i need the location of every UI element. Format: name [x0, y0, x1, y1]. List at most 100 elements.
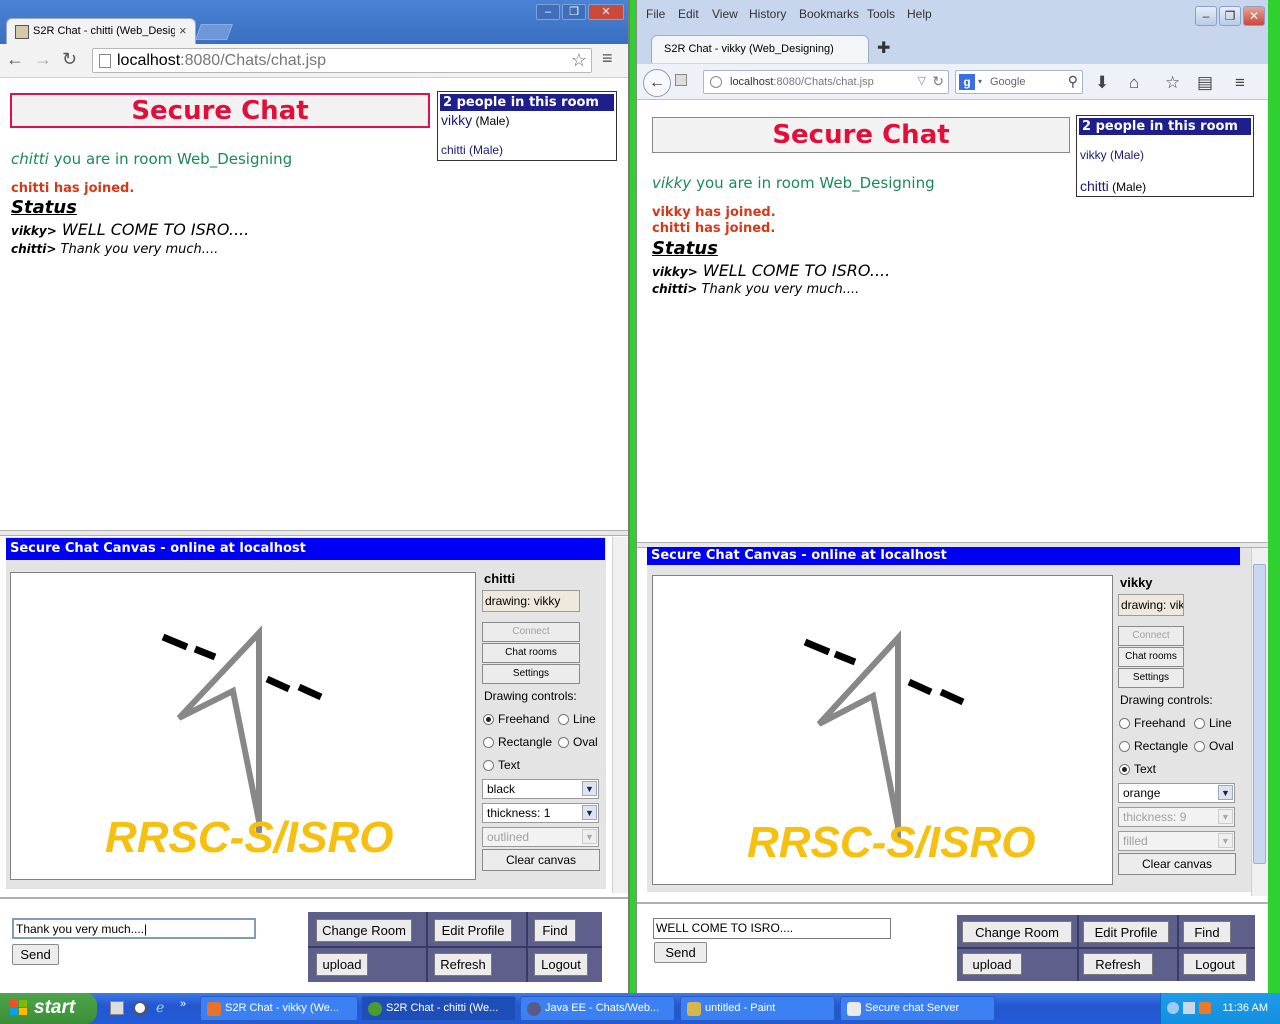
user-item-chitti[interactable]: chitti (Male): [441, 143, 503, 157]
refresh-button[interactable]: Refresh: [1083, 953, 1153, 975]
back-arrow-icon[interactable]: ←: [643, 69, 671, 97]
message-input[interactable]: Thank you very much....|: [12, 918, 256, 939]
forward-arrow-icon[interactable]: →: [34, 49, 52, 70]
thickness-select[interactable]: thickness: 9 ▼: [1118, 807, 1235, 827]
search-icon[interactable]: ⚲: [1068, 73, 1078, 90]
thickness-select[interactable]: thickness: 1 ▼: [482, 803, 599, 823]
user-item-vikky[interactable]: vikky (Male): [441, 112, 509, 128]
tab-close-icon[interactable]: ×: [179, 23, 187, 38]
ie-icon[interactable]: ℯ: [156, 1000, 170, 1015]
maximize-button[interactable]: ❐: [1219, 6, 1241, 26]
color-select[interactable]: orange ▼: [1118, 783, 1235, 803]
browser-tab-chitti[interactable]: S2R Chat - chitti (Web_Designing) ×: [6, 18, 196, 44]
find-button[interactable]: Find: [1183, 921, 1231, 943]
room-user-list[interactable]: 2 people in this room vikky (Male) chitt…: [437, 91, 617, 161]
settings-button[interactable]: Settings: [1118, 668, 1184, 688]
show-desktop-icon[interactable]: [110, 1001, 124, 1015]
menu-bookmarks[interactable]: Bookmarks: [799, 7, 859, 21]
taskbar-item[interactable]: Secure chat Server: [840, 996, 995, 1021]
taskbar-item[interactable]: S2R Chat - chitti (We...: [361, 996, 516, 1021]
show-history-icon[interactable]: [675, 74, 687, 86]
radio-text[interactable]: Text: [1119, 762, 1156, 776]
taskbar-item[interactable]: Java EE - Chats/Web...: [520, 996, 675, 1021]
reload-icon[interactable]: ↻: [932, 73, 944, 90]
fill-select[interactable]: filled ▼: [1118, 831, 1235, 851]
bookmarks-menu-icon[interactable]: ▤: [1197, 73, 1213, 93]
frame-divider[interactable]: [0, 530, 628, 536]
address-bar[interactable]: localhost:8080/Chats/chat.jsp ▽ ↻: [703, 70, 949, 94]
browser-tab-vikky[interactable]: S2R Chat - vikky (Web_Designing): [651, 35, 869, 63]
radio-freehand[interactable]: Freehand: [1119, 716, 1185, 730]
media-player-icon[interactable]: [133, 1001, 147, 1015]
logout-button[interactable]: Logout: [534, 953, 588, 976]
radio-line[interactable]: Line: [1194, 716, 1232, 730]
search-box[interactable]: g ▾ Google ⚲: [955, 70, 1083, 94]
radio-line[interactable]: Line: [558, 712, 596, 726]
logout-button[interactable]: Logout: [1183, 953, 1247, 975]
connect-button[interactable]: Connect: [482, 622, 580, 642]
change-room-button[interactable]: Change Room: [962, 921, 1072, 943]
close-button[interactable]: ✕: [588, 4, 624, 20]
fill-select[interactable]: outlined ▼: [482, 827, 599, 847]
user-item-vikky[interactable]: vikky (Male): [1080, 148, 1144, 162]
radio-rectangle[interactable]: Rectangle: [1119, 739, 1188, 753]
scrollbar-thumb[interactable]: [1253, 564, 1266, 864]
new-tab-button[interactable]: ✚: [877, 38, 890, 58]
minimize-button[interactable]: –: [1195, 6, 1217, 26]
clear-canvas-button[interactable]: Clear canvas: [482, 849, 600, 871]
menu-hamburger-icon[interactable]: ≡: [602, 48, 613, 69]
start-button[interactable]: start: [0, 993, 97, 1024]
radio-text[interactable]: Text: [483, 758, 520, 772]
radio-oval[interactable]: Oval: [558, 735, 598, 749]
home-icon[interactable]: ⌂: [1129, 73, 1139, 93]
menu-history[interactable]: History: [749, 7, 786, 21]
drawing-canvas[interactable]: RRSC-S/ISRO: [10, 572, 476, 880]
menu-help[interactable]: Help: [907, 7, 932, 21]
vertical-scrollbar[interactable]: [1251, 548, 1267, 896]
find-button[interactable]: Find: [534, 919, 576, 942]
menu-file[interactable]: File: [646, 7, 665, 21]
chat-rooms-button[interactable]: Chat rooms: [1118, 647, 1184, 667]
close-button[interactable]: ✕: [1243, 6, 1265, 26]
edit-profile-button[interactable]: Edit Profile: [434, 919, 512, 942]
taskbar-item[interactable]: untitled - Paint: [680, 996, 835, 1021]
vertical-scrollbar[interactable]: [612, 537, 628, 893]
refresh-button[interactable]: Refresh: [434, 953, 492, 976]
dropdown-icon[interactable]: ▽: [918, 74, 926, 87]
minimize-button[interactable]: –: [536, 4, 560, 20]
download-icon[interactable]: ⬇: [1095, 73, 1109, 93]
clear-canvas-button[interactable]: Clear canvas: [1118, 853, 1236, 875]
upload-button[interactable]: upload: [962, 953, 1022, 975]
back-arrow-icon[interactable]: ←: [6, 49, 24, 70]
settings-button[interactable]: Settings: [482, 664, 580, 684]
bookmark-star-icon[interactable]: ☆: [1165, 73, 1180, 93]
change-room-button[interactable]: Change Room: [316, 919, 412, 942]
menu-hamburger-icon[interactable]: ≡: [1235, 73, 1245, 93]
user-item-chitti[interactable]: chitti (Male): [1080, 178, 1146, 194]
taskbar-item[interactable]: S2R Chat - vikky (We...: [200, 996, 358, 1021]
reload-icon[interactable]: ↻: [62, 49, 77, 70]
radio-freehand[interactable]: Freehand: [483, 712, 549, 726]
menu-view[interactable]: View: [712, 7, 738, 21]
app-tray-icon[interactable]: [1199, 1002, 1211, 1014]
address-bar[interactable]: localhost:8080/Chats/chat.jsp ☆: [92, 48, 592, 73]
network-icon[interactable]: [1183, 1002, 1195, 1014]
chat-rooms-button[interactable]: Chat rooms: [482, 643, 580, 663]
menu-tools[interactable]: Tools: [867, 7, 895, 21]
overflow-chevron-icon[interactable]: »: [180, 998, 186, 1010]
send-button[interactable]: Send: [12, 944, 59, 965]
connect-button[interactable]: Connect: [1118, 626, 1184, 646]
edit-profile-button[interactable]: Edit Profile: [1083, 921, 1169, 943]
room-user-list[interactable]: 2 people in this room vikky (Male) chitt…: [1076, 115, 1254, 197]
tray-expand-icon[interactable]: [1167, 1002, 1179, 1014]
color-select[interactable]: black ▼: [482, 779, 599, 799]
new-tab-button[interactable]: [195, 24, 233, 40]
maximize-button[interactable]: ❐: [562, 4, 586, 20]
radio-oval[interactable]: Oval: [1194, 739, 1234, 753]
upload-button[interactable]: upload: [316, 953, 368, 976]
radio-rectangle[interactable]: Rectangle: [483, 735, 552, 749]
bookmark-star-icon[interactable]: ☆: [571, 50, 587, 71]
drawing-canvas[interactable]: RRSC-S/ISRO: [652, 575, 1113, 885]
menu-edit[interactable]: Edit: [678, 7, 699, 21]
send-button[interactable]: Send: [654, 942, 707, 963]
